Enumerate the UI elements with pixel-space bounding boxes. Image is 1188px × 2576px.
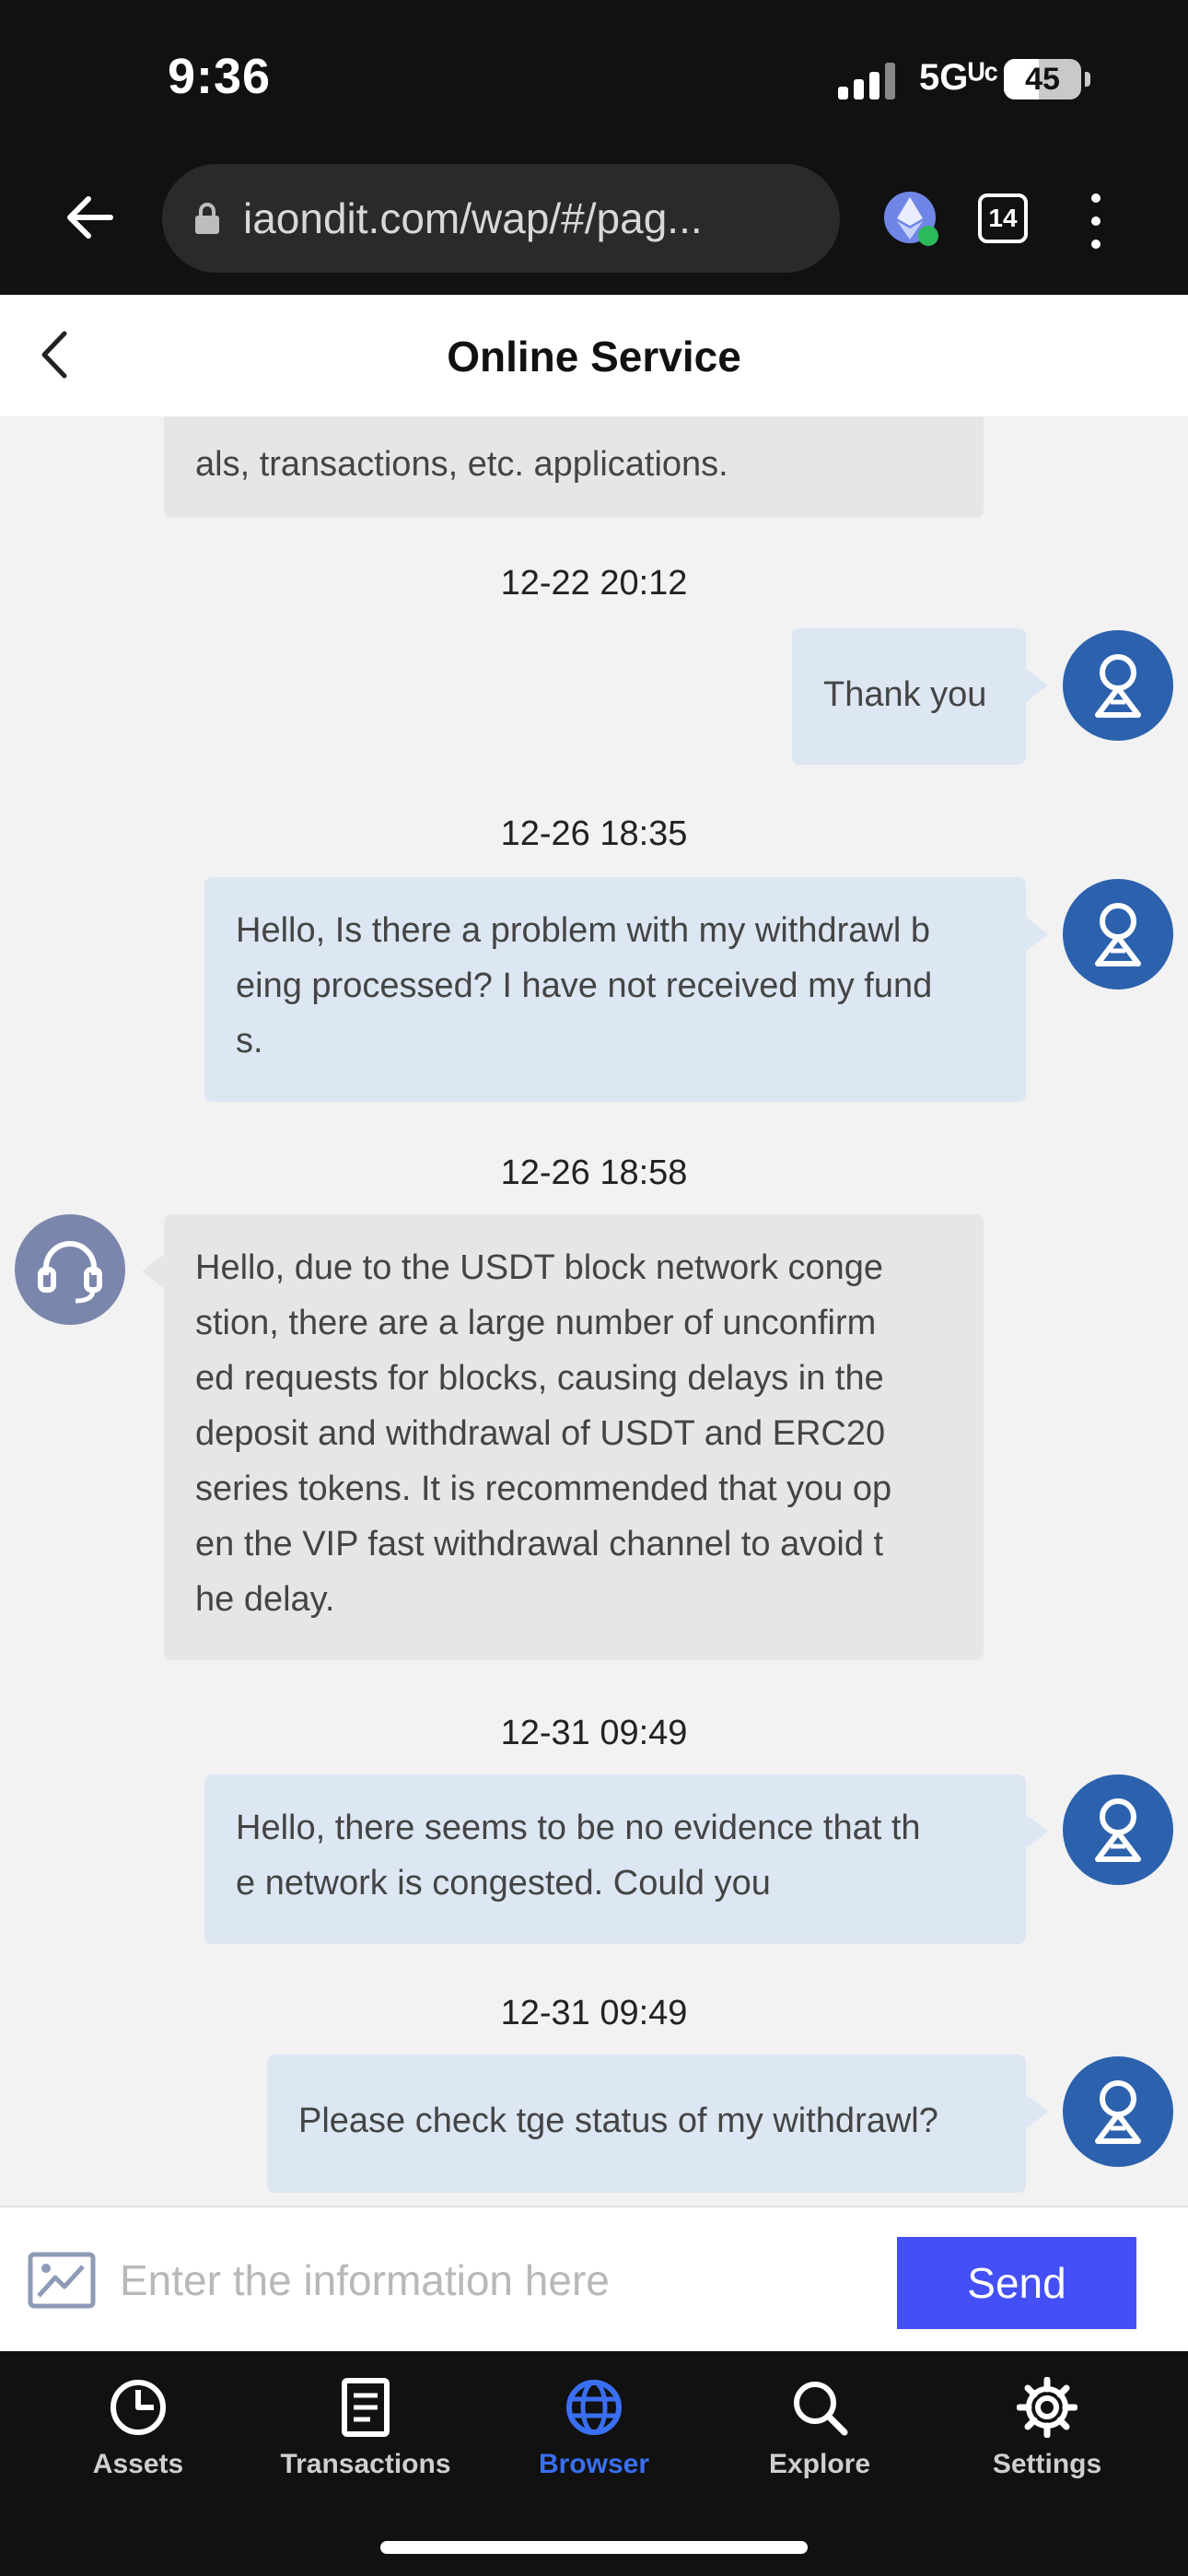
message-line: ed requests for blocks, causing delays i… [195, 1359, 884, 1398]
user-avatar [1063, 1774, 1173, 1885]
address-bar[interactable]: iaondit.com/wap/#/pag... [162, 164, 840, 273]
user-message: Hello, Is there a problem with my withdr… [204, 877, 1048, 1102]
message-line: e network is congested. Could you [236, 1864, 771, 1903]
message-composer: Send [0, 2206, 1188, 2351]
page-header: Online Service [0, 295, 1188, 416]
user-avatar [1063, 630, 1173, 741]
message-text: als, transactions, etc. applications. [195, 445, 728, 484]
message-line: Hello, due to the USDT block network con… [195, 1248, 884, 1287]
message-line: deposit and withdrawal of USDT and ERC20 [195, 1414, 886, 1453]
lock-icon [195, 203, 219, 234]
message-input[interactable] [120, 2241, 875, 2320]
message-text: Please check tge status of my withdrawl? [298, 2102, 938, 2140]
message-timestamp: 12-22 20:12 [500, 564, 688, 603]
home-indicator [380, 2541, 808, 2554]
message-line: eing processed? I have not received my f… [236, 966, 933, 1005]
message-timestamp: 12-31 09:49 [500, 1994, 688, 2032]
user-avatar [1063, 879, 1173, 989]
nav-label: Assets [92, 2449, 184, 2479]
message-timestamp: 12-26 18:58 [500, 1153, 688, 1192]
gear-icon [1017, 2377, 1077, 2438]
status-time: 9:36 [168, 49, 272, 104]
message-line: Hello, Is there a problem with my withdr… [236, 911, 930, 950]
message-timestamp: 12-26 18:35 [500, 814, 688, 853]
nav-settings[interactable]: Settings [937, 2377, 1158, 2515]
battery-tip [1085, 72, 1090, 87]
url-text: iaondit.com/wap/#/pag... [243, 194, 703, 242]
network-type: 5Gᵁᶜ [919, 57, 998, 98]
user-message: Thank you [792, 628, 1048, 765]
page-title: Online Service [447, 333, 741, 381]
nav-label: Transactions [280, 2449, 451, 2479]
message-line: series tokens. It is recommended that yo… [195, 1469, 892, 1508]
message-line: en the VIP fast withdrawal channel to av… [195, 1525, 884, 1563]
message-timestamp: 12-31 09:49 [500, 1714, 688, 1752]
agent-message: Hello, due to the USDT block network con… [142, 1214, 984, 1660]
image-upload-icon[interactable] [28, 2252, 96, 2309]
battery-level: 45 [1025, 61, 1060, 97]
send-button[interactable]: Send [897, 2237, 1136, 2329]
nav-browser[interactable]: Browser [483, 2377, 705, 2515]
headset-icon [38, 1241, 102, 1304]
message-line: he delay. [195, 1580, 335, 1619]
nav-label: Browser [538, 2449, 650, 2479]
globe-icon [566, 2380, 622, 2435]
chat-thread[interactable]: als, transactions, etc. applications. 12… [0, 416, 1188, 2206]
nav-explore[interactable]: Explore [709, 2377, 930, 2515]
agent-message: als, transactions, etc. applications. [164, 416, 984, 518]
browser-back-arrow-icon[interactable] [63, 190, 118, 245]
nav-assets[interactable]: Assets [28, 2377, 249, 2515]
nav-label: Explore [768, 2449, 871, 2479]
more-menu-icon[interactable] [1087, 193, 1105, 249]
message-line: s. [236, 1022, 263, 1060]
user-message: Please check tge status of my withdrawl? [267, 2055, 1048, 2193]
battery-icon: 45 [1004, 59, 1081, 100]
user-avatar [1063, 2056, 1173, 2167]
agent-avatar [15, 1214, 125, 1325]
cellular-signal-icon [838, 61, 897, 100]
message-text: Thank you [823, 675, 987, 714]
tabs-button[interactable]: 14 [978, 193, 1028, 243]
user-message: Hello, there seems to be no evidence tha… [204, 1774, 1048, 1944]
message-line: Hello, there seems to be no evidence tha… [236, 1809, 921, 1847]
nav-label: Settings [992, 2449, 1102, 2479]
document-icon [342, 2378, 390, 2437]
pie-chart-icon [111, 2380, 166, 2435]
message-line: stion, there are a large number of uncon… [195, 1304, 877, 1342]
search-icon [794, 2382, 848, 2436]
browser-chrome: 9:36 5Gᵁᶜ 45 iaondit.com/wap/#/pag... 14 [0, 0, 1188, 295]
ethereum-network-icon[interactable] [882, 190, 941, 249]
nav-transactions[interactable]: Transactions [255, 2377, 476, 2515]
